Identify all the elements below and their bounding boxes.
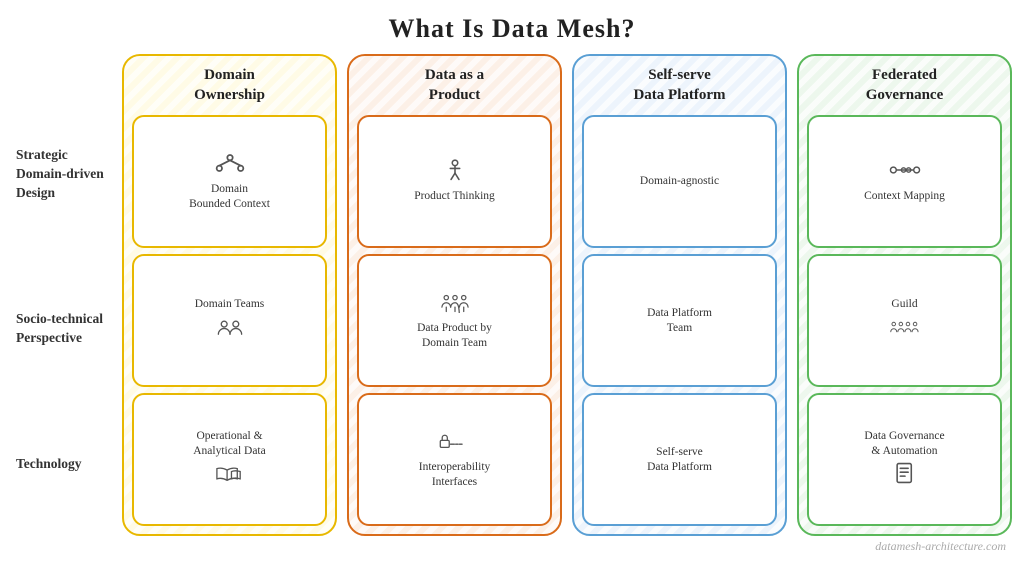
card-label-self-serve-data-platform: Self-serve Data Platform: [647, 445, 712, 475]
context-map-icon: [889, 159, 921, 187]
page-title: What Is Data Mesh?: [0, 0, 1024, 44]
col-header-self-serve: Self-serve Data Platform: [582, 64, 777, 109]
card-label-data-platform-team: Data Platform Team: [647, 306, 712, 336]
card-interoperability-interfaces: Interoperability Interfaces: [357, 393, 552, 526]
column-self-serve: Self-serve Data Platform Domain-agnostic…: [572, 54, 787, 536]
row-label-tech: Technology: [16, 455, 118, 474]
book-icon: [214, 462, 246, 490]
card-label-data-product-domain-team: Data Product by Domain Team: [417, 321, 492, 351]
row-label-strategic: Strategic Domain-driven Design: [16, 146, 118, 203]
col-header-domain-ownership: Domain Ownership: [132, 64, 327, 109]
column-federated-governance: Federated Governance Context Mapping: [797, 54, 1012, 536]
card-label-domain-bounded-context: Domain Bounded Context: [189, 182, 270, 212]
card-self-serve-data-platform: Self-serve Data Platform: [582, 393, 777, 526]
card-data-governance-automation: Data Governance & Automation: [807, 393, 1002, 526]
card-data-product-domain-team: Data Product by Domain Team: [357, 254, 552, 387]
card-context-mapping: Context Mapping: [807, 115, 1002, 248]
card-guild: Guild: [807, 254, 1002, 387]
column-domain-ownership: Domain Ownership Domain Bounded Context: [122, 54, 337, 536]
row-labels: Strategic Domain-driven Design Socio-tec…: [12, 54, 122, 536]
card-label-product-thinking: Product Thinking: [414, 189, 495, 204]
card-label-data-governance-automation: Data Governance & Automation: [864, 429, 944, 459]
team-data-icon: [439, 291, 471, 319]
card-operational-analytical: Operational & Analytical Data: [132, 393, 327, 526]
card-label-operational-analytical: Operational & Analytical Data: [193, 429, 265, 459]
flask-icon: [439, 159, 471, 187]
lock-plug-icon: [439, 430, 471, 458]
card-label-domain-teams: Domain Teams: [195, 297, 265, 312]
col-header-federated-governance: Federated Governance: [807, 64, 1002, 109]
card-label-guild: Guild: [891, 297, 917, 312]
card-label-domain-agnostic: Domain-agnostic: [640, 174, 719, 189]
card-domain-bounded-context: Domain Bounded Context: [132, 115, 327, 248]
network-icon: [214, 152, 246, 180]
row-label-socio: Socio-technical Perspective: [16, 310, 118, 348]
guild-people-icon: [889, 316, 921, 344]
document-icon: [889, 462, 921, 490]
people-icon: [214, 316, 246, 344]
card-label-context-mapping: Context Mapping: [864, 189, 945, 204]
col-header-data-as-product: Data as a Product: [357, 64, 552, 109]
card-label-interoperability-interfaces: Interoperability Interfaces: [419, 460, 491, 490]
column-data-as-product: Data as a Product Product Thinking: [347, 54, 562, 536]
columns-area: Domain Ownership Domain Bounded Context: [122, 54, 1012, 536]
card-data-platform-team: Data Platform Team: [582, 254, 777, 387]
card-domain-agnostic: Domain-agnostic: [582, 115, 777, 248]
card-product-thinking: Product Thinking: [357, 115, 552, 248]
watermark: datamesh-architecture.com: [875, 539, 1006, 554]
card-domain-teams: Domain Teams: [132, 254, 327, 387]
